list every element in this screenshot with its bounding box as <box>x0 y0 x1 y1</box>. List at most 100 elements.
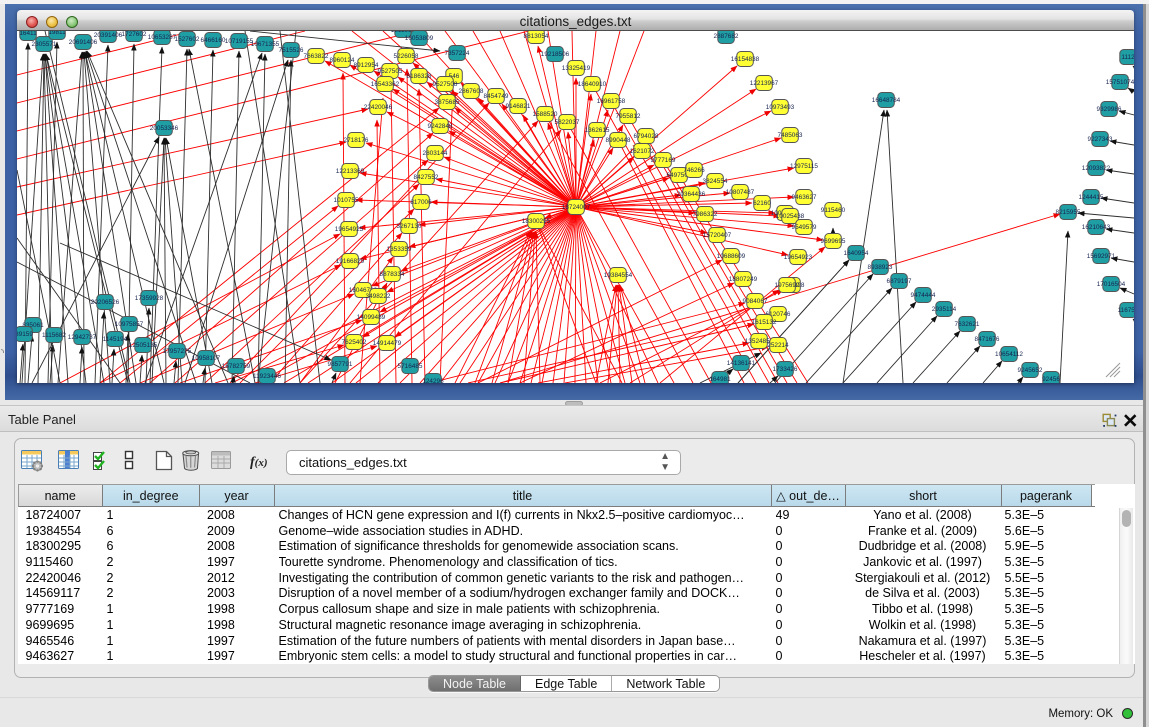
svg-text:19654923: 19654923 <box>784 254 813 261</box>
svg-text:1244415: 1244415 <box>1079 194 1104 201</box>
svg-text:5226058: 5226058 <box>394 53 419 60</box>
svg-text:2867608: 2867608 <box>459 88 484 95</box>
svg-text:124296: 124296 <box>422 378 444 383</box>
svg-text:17016504: 17016504 <box>1097 281 1126 288</box>
svg-text:9245652: 9245652 <box>1018 367 1043 374</box>
svg-text:1112: 1112 <box>1121 54 1134 61</box>
svg-text:1362615: 1362615 <box>585 127 610 134</box>
svg-text:9474444: 9474444 <box>911 292 936 299</box>
svg-text:18640910: 18640910 <box>578 81 607 88</box>
svg-text:9227343: 9227343 <box>1088 136 1113 143</box>
svg-text:22420046: 22420046 <box>364 104 393 111</box>
svg-text:16053809: 16053809 <box>405 35 434 42</box>
svg-text:10719155: 10719155 <box>225 38 254 45</box>
svg-text:10807487: 10807487 <box>726 189 755 196</box>
svg-text:1727602: 1727602 <box>122 31 147 38</box>
svg-text:8813054: 8813054 <box>524 33 549 40</box>
svg-text:15720407: 15720407 <box>703 232 732 239</box>
svg-text:12942737: 12942737 <box>68 334 97 341</box>
svg-text:1115682: 1115682 <box>42 332 66 339</box>
svg-text:10025438: 10025438 <box>776 213 805 220</box>
svg-text:14136141: 14136141 <box>727 360 756 367</box>
svg-text:16543362: 16543362 <box>371 81 400 88</box>
svg-text:11923446: 11923446 <box>253 373 281 380</box>
svg-text:9527508: 9527508 <box>433 81 458 88</box>
svg-text:2718176: 2718176 <box>344 137 369 144</box>
svg-text:17957275: 17957275 <box>163 348 192 355</box>
svg-text:19218506: 19218506 <box>541 51 570 58</box>
svg-text:9777169: 9777169 <box>651 157 676 164</box>
svg-text:14914479: 14914479 <box>373 340 402 347</box>
svg-text:1588520: 1588520 <box>533 111 558 118</box>
svg-text:16648784: 16648784 <box>872 97 901 104</box>
svg-text:20053346: 20053346 <box>150 125 179 132</box>
svg-text:8215955: 8215955 <box>1056 209 1081 216</box>
svg-text:2305571: 2305571 <box>32 41 57 48</box>
svg-text:18724007: 18724007 <box>562 204 591 211</box>
svg-text:19811: 19811 <box>48 31 66 36</box>
svg-text:18807249: 18807249 <box>729 276 758 283</box>
svg-text:16154838: 16154838 <box>731 56 760 63</box>
svg-text:19166829: 19166829 <box>336 258 365 265</box>
svg-text:12093822: 12093822 <box>1082 165 1111 172</box>
svg-text:746266: 746266 <box>683 167 705 174</box>
svg-text:1733426: 1733426 <box>773 366 798 373</box>
svg-text:9549579: 9549579 <box>792 224 817 231</box>
svg-text:92456: 92456 <box>1042 376 1060 383</box>
svg-text:10958107: 10958107 <box>192 355 221 362</box>
svg-text:9699695: 9699695 <box>821 238 846 245</box>
svg-text:10653287: 10653287 <box>148 34 177 41</box>
svg-text:8454749: 8454749 <box>484 93 509 100</box>
svg-text:2887682: 2887682 <box>714 33 739 40</box>
svg-text:7986322: 7986322 <box>693 211 718 218</box>
svg-text:12213369: 12213369 <box>336 168 365 175</box>
svg-text:20391406: 20391406 <box>94 32 123 39</box>
svg-text:6879197: 6879197 <box>887 278 912 285</box>
svg-text:18300295: 18300295 <box>522 218 551 225</box>
svg-text:6466160: 6466160 <box>201 37 226 44</box>
svg-text:20364436: 20364436 <box>677 191 706 198</box>
svg-text:7625402: 7625402 <box>342 339 367 346</box>
svg-text:7515526: 7515526 <box>279 47 304 54</box>
svg-text:1527602: 1527602 <box>175 36 200 43</box>
svg-text:7485063: 7485063 <box>778 132 803 139</box>
svg-text:17359928: 17359928 <box>135 295 164 302</box>
svg-text:3498222: 3498222 <box>366 293 391 300</box>
svg-text:116753: 116753 <box>1118 307 1134 314</box>
svg-text:9242848: 9242848 <box>428 123 453 130</box>
svg-text:1145194: 1145194 <box>103 336 128 343</box>
svg-text:9115460: 9115460 <box>821 207 846 214</box>
svg-text:2935114: 2935114 <box>932 306 957 313</box>
svg-text:7357224: 7357224 <box>445 50 470 57</box>
svg-text:12975115: 12975115 <box>790 163 818 170</box>
svg-text:10688609: 10688609 <box>717 253 746 260</box>
svg-text:7632621: 7632621 <box>955 321 980 328</box>
svg-text:19384554: 19384554 <box>604 272 633 279</box>
svg-text:9463627: 9463627 <box>792 194 817 201</box>
svg-text:8960124: 8960124 <box>330 57 355 64</box>
svg-text:14099489: 14099489 <box>357 314 386 321</box>
svg-text:1010755: 1010755 <box>334 197 359 204</box>
svg-text:6794028: 6794028 <box>634 133 659 140</box>
svg-text:62160: 62160 <box>753 200 771 207</box>
svg-text:8427552: 8427552 <box>414 174 439 181</box>
svg-text:8186328: 8186328 <box>407 73 432 80</box>
svg-text:16961758: 16961758 <box>597 98 626 105</box>
svg-text:3875685: 3875685 <box>435 99 460 106</box>
svg-text:f(x): f(x) <box>250 455 268 470</box>
svg-text:15751074: 15751074 <box>1106 79 1134 86</box>
svg-text:1621072: 1621072 <box>630 148 655 155</box>
svg-text:1640954: 1640954 <box>844 250 869 257</box>
svg-text:10654112: 10654112 <box>995 351 1023 358</box>
svg-text:7955812: 7955812 <box>616 113 641 120</box>
svg-text:1615132: 1615132 <box>752 319 777 326</box>
svg-text:16411: 16411 <box>19 31 37 37</box>
svg-text:12213967: 12213967 <box>750 80 779 87</box>
svg-text:16210643: 16210643 <box>1082 224 1111 231</box>
svg-text:817006: 817006 <box>410 199 432 206</box>
svg-text:9527505: 9527505 <box>378 68 403 75</box>
svg-text:9084067: 9084067 <box>743 298 768 305</box>
svg-text:9857791: 9857791 <box>328 361 353 368</box>
svg-text:20691406: 20691406 <box>69 39 98 46</box>
svg-text:10671355: 10671355 <box>251 41 280 48</box>
